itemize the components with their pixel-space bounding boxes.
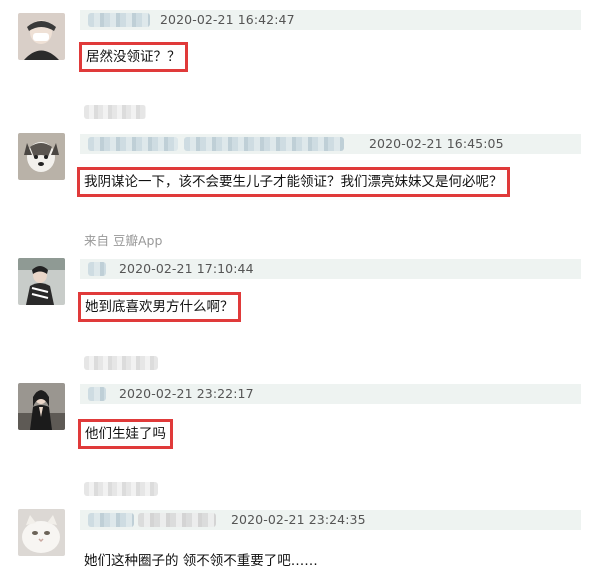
user-avatar-icon[interactable] xyxy=(18,258,65,305)
comment-timestamp: 2020-02-21 23:24:35 xyxy=(231,512,366,527)
comment-text: 她们这种圈子的 领不领不重要了吧…… xyxy=(84,553,318,569)
cat-avatar-icon[interactable] xyxy=(18,509,65,556)
blurred-username xyxy=(184,137,344,151)
blurred-reply-line xyxy=(84,356,158,370)
comment-timestamp: 2020-02-21 16:45:05 xyxy=(369,136,504,151)
user-avatar-icon[interactable] xyxy=(18,383,65,430)
blurred-username xyxy=(88,262,106,276)
comment-header: 2020-02-21 17:10:44 xyxy=(80,259,581,279)
comment-source: 来自 豆瓣App xyxy=(84,233,163,248)
blurred-username xyxy=(88,387,106,401)
blurred-username xyxy=(138,513,216,527)
comment-header: 2020-02-21 16:45:05 xyxy=(80,134,581,154)
blurred-reply-line xyxy=(84,105,146,119)
dog-avatar-icon[interactable] xyxy=(18,133,65,180)
comment-header: 2020-02-21 16:42:47 xyxy=(80,10,581,30)
blurred-username xyxy=(88,137,178,151)
blurred-username xyxy=(88,513,134,527)
blurred-username xyxy=(88,13,150,27)
user-avatar-icon[interactable] xyxy=(18,13,65,60)
highlighted-comment-text: 我阴谋论一下，该不会要生儿子才能领证？我们漂亮妹妹又是何必呢？ xyxy=(77,167,510,197)
highlighted-comment-text: 她到底喜欢男方什么啊？ xyxy=(78,292,241,322)
comment-timestamp: 2020-02-21 23:22:17 xyxy=(119,386,254,401)
blurred-reply-line xyxy=(84,482,158,496)
comment-header: 2020-02-21 23:24:35 xyxy=(80,510,581,530)
comment-timestamp: 2020-02-21 17:10:44 xyxy=(119,261,254,276)
comment-timestamp: 2020-02-21 16:42:47 xyxy=(160,12,295,27)
highlighted-comment-text: 他们生娃了吗 xyxy=(78,419,173,449)
comment-header: 2020-02-21 23:22:17 xyxy=(80,384,581,404)
highlighted-comment-text: 居然没领证？？ xyxy=(79,42,188,72)
